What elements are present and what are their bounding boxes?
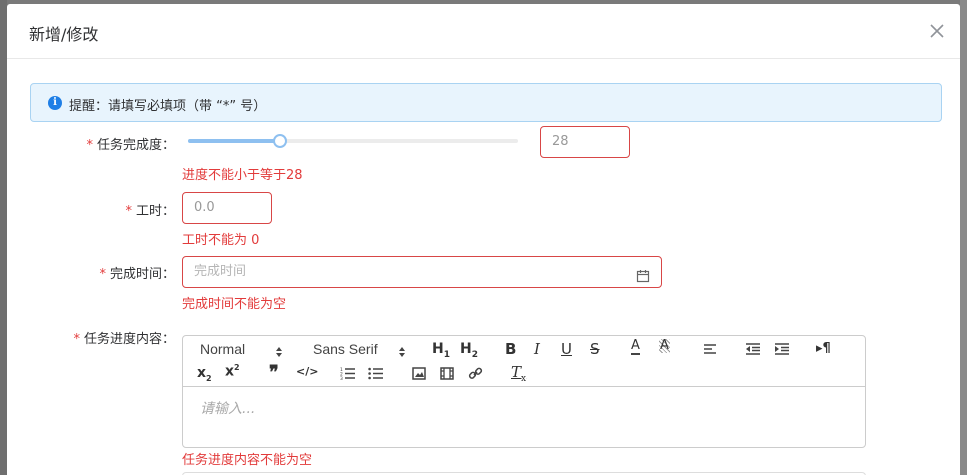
dialog-header: 新增/修改 xyxy=(7,4,960,59)
info-icon: i xyxy=(48,96,62,110)
alert-banner: i 提醒：请填写必填项（带 “*” 号） xyxy=(30,83,942,122)
edit-dialog: 新增/修改 i 提醒：请填写必填项（带 “*” 号） * 任务完成度： 28 进度… xyxy=(7,4,960,475)
header-select[interactable]: Normal xyxy=(200,341,245,357)
image-icon[interactable] xyxy=(412,367,426,380)
hours-label: * 工时： xyxy=(125,204,175,219)
slider-track xyxy=(188,139,281,143)
svg-text:3: 3 xyxy=(340,376,343,380)
backdrop xyxy=(960,0,967,475)
bullet-list-icon[interactable] xyxy=(368,367,384,380)
finish-time-error: 完成时间不能为空 xyxy=(182,297,287,312)
finish-time-placeholder: 完成时间 xyxy=(194,264,247,279)
italic-icon[interactable]: I xyxy=(534,340,540,358)
font-select-arrows-icon[interactable] xyxy=(398,343,406,357)
link-icon[interactable] xyxy=(468,366,483,381)
superscript-icon[interactable]: x2 xyxy=(225,363,240,380)
font-color-icon[interactable]: A xyxy=(631,339,640,355)
calendar-icon[interactable] xyxy=(636,265,650,283)
slider-handle[interactable] xyxy=(273,134,288,148)
hours-error: 工时不能为 0 xyxy=(182,233,260,248)
finish-time-label: * 完成时间： xyxy=(99,267,175,282)
underline-icon[interactable]: U xyxy=(561,340,572,358)
backdrop xyxy=(0,0,7,475)
clean-format-icon[interactable]: Tx xyxy=(511,363,526,384)
editor-toolbar: Normal Sans Serif H1 H2 B I U S A A ▸¶ x… xyxy=(183,336,865,387)
close-icon[interactable] xyxy=(928,22,946,40)
alert-text: 提醒：请填写必填项（带 “*” 号） xyxy=(69,99,267,114)
indent-icon[interactable] xyxy=(774,343,790,355)
editor-placeholder[interactable]: 请输入... xyxy=(200,398,255,418)
background-color-icon[interactable]: A xyxy=(659,339,670,353)
rich-text-editor: Normal Sans Serif H1 H2 B I U S A A ▸¶ x… xyxy=(182,335,866,448)
progress-error: 进度不能小于等于28 xyxy=(182,168,303,183)
dialog-title: 新增/修改 xyxy=(29,25,99,44)
h2-icon[interactable]: H2 xyxy=(460,341,478,360)
strike-icon[interactable]: S xyxy=(590,340,600,358)
content-error: 任务进度内容不能为空 xyxy=(182,453,313,468)
code-block-icon[interactable]: </> xyxy=(296,365,318,378)
align-icon[interactable] xyxy=(703,343,717,355)
outdent-icon[interactable] xyxy=(745,343,761,355)
header-select-arrows-icon[interactable] xyxy=(275,343,283,357)
h1-icon[interactable]: H1 xyxy=(432,341,450,360)
progress-slider[interactable] xyxy=(188,134,518,148)
rtl-icon[interactable]: ▸¶ xyxy=(816,341,831,356)
progress-input[interactable]: 28 xyxy=(540,126,630,158)
progress-label: * 任务完成度： xyxy=(86,138,175,153)
subscript-icon[interactable]: x2 xyxy=(197,365,212,383)
video-icon[interactable] xyxy=(440,367,454,380)
ordered-list-icon[interactable]: 123 xyxy=(340,367,356,380)
content-label: * 任务进度内容： xyxy=(73,332,175,347)
bold-icon[interactable]: B xyxy=(505,340,516,358)
font-select[interactable]: Sans Serif xyxy=(313,341,378,357)
blockquote-icon[interactable]: ❞ xyxy=(269,362,279,383)
hours-input[interactable]: 0.0 xyxy=(182,192,272,224)
finish-time-input[interactable]: 完成时间 xyxy=(182,256,662,288)
